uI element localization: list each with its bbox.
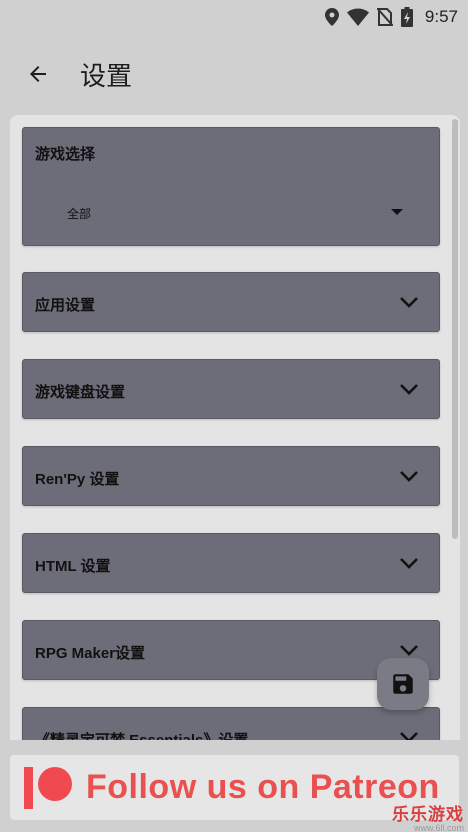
settings-panel: 游戏选择 全部 应用设置 游戏键盘设置 Ren'Py 设置 HTML 设置 RP… — [10, 115, 460, 740]
watermark: 乐乐游戏 www.6ll.com — [392, 800, 464, 832]
scrollbar-thumb[interactable] — [452, 119, 458, 539]
watermark-text: 乐乐游戏 — [392, 805, 464, 824]
section-label: 《精灵宝可梦 Essentials》设置 — [35, 729, 248, 740]
app-bar: 设置 — [0, 34, 468, 114]
battery-charging-icon — [400, 7, 413, 27]
chevron-down-icon — [400, 558, 418, 569]
section-html-settings[interactable]: HTML 设置 — [22, 533, 440, 593]
status-bar: 9:57 — [0, 0, 468, 34]
chevron-down-icon — [400, 384, 418, 395]
section-pokemon-essentials-settings[interactable]: 《精灵宝可梦 Essentials》设置 — [22, 707, 440, 740]
save-icon — [393, 674, 413, 694]
clock: 9:57 — [424, 7, 458, 26]
wifi-icon — [346, 8, 369, 26]
section-app-settings[interactable]: 应用设置 — [22, 272, 440, 332]
chevron-down-icon — [400, 732, 418, 740]
no-sim-icon — [376, 8, 393, 26]
section-label: HTML 设置 — [35, 558, 111, 575]
section-renpy-settings[interactable]: Ren'Py 设置 — [22, 446, 440, 506]
back-button[interactable] — [20, 56, 56, 92]
patreon-logo-icon — [24, 763, 80, 813]
chevron-down-icon — [400, 471, 418, 482]
location-icon — [324, 8, 339, 26]
section-label: 游戏键盘设置 — [35, 384, 126, 401]
section-game-keyboard-settings[interactable]: 游戏键盘设置 — [22, 359, 440, 419]
scrollbar[interactable] — [452, 119, 458, 719]
save-button[interactable] — [377, 658, 429, 710]
game-select-label: 游戏选择 — [35, 146, 96, 163]
page-title: 设置 — [80, 60, 133, 91]
section-label: RPG Maker设置 — [35, 645, 146, 662]
dropdown-caret-icon — [391, 209, 403, 215]
section-label: Ren'Py 设置 — [35, 471, 120, 488]
chevron-down-icon — [400, 645, 418, 656]
section-label: 应用设置 — [35, 297, 96, 314]
game-select-dropdown[interactable]: 全部 — [35, 196, 427, 230]
patreon-banner-text: Follow us on Patreon — [86, 768, 440, 806]
chevron-down-icon — [400, 297, 418, 308]
arrow-left-icon — [30, 66, 46, 82]
game-select-card: 游戏选择 全部 — [22, 127, 440, 246]
game-select-value: 全部 — [67, 207, 92, 221]
